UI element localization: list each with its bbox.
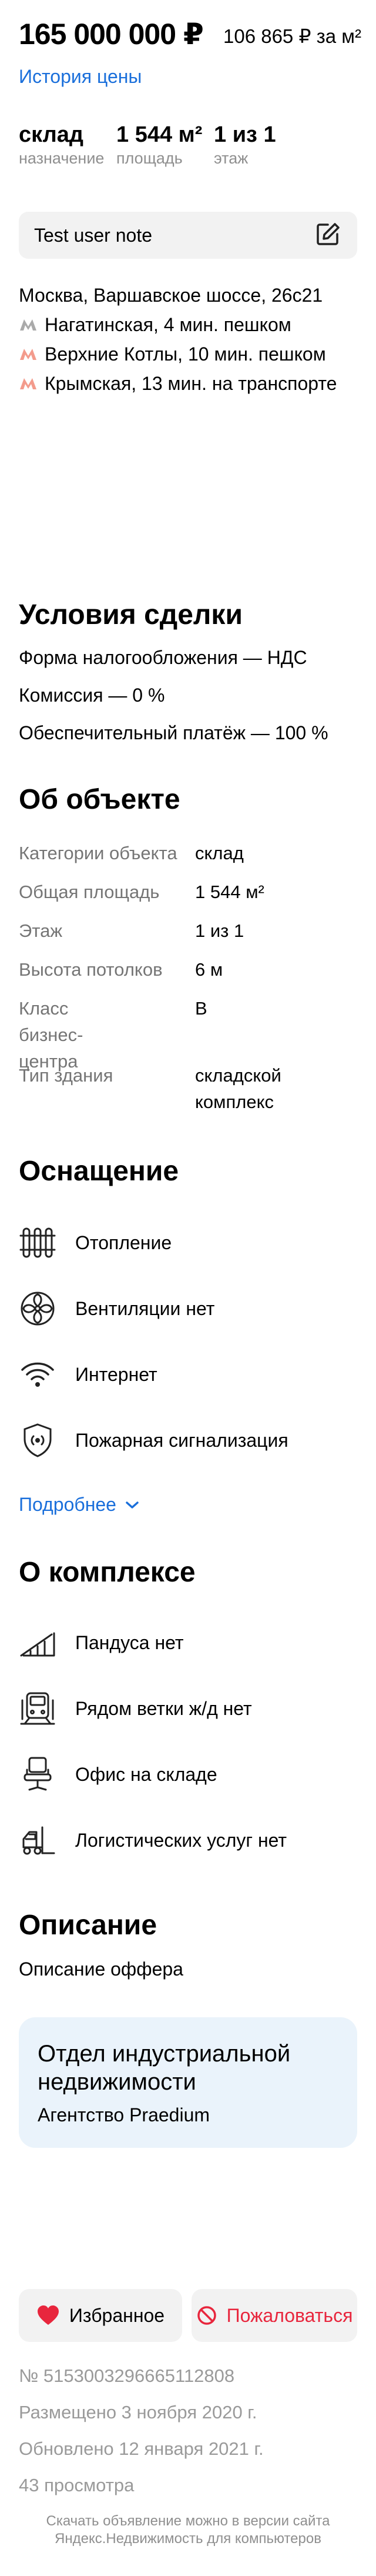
agent-title: Отдел индустриальной недвижимости bbox=[38, 2041, 291, 2095]
feature-item: Пожарная сигнализация bbox=[19, 1420, 288, 1461]
feature-item: Офис на складе bbox=[19, 1754, 217, 1795]
metro-icon bbox=[20, 349, 36, 360]
metro-station[interactable]: Верхние Котлы, 10 мин. пешком bbox=[19, 342, 326, 366]
wifi-icon bbox=[21, 1362, 54, 1387]
object-key: Общая площадь bbox=[19, 882, 160, 902]
price-per-m2: 106 865 ₽ за м² bbox=[223, 25, 361, 47]
offer-page: 165 000 000 ₽ 106 865 ₽ за м² История це… bbox=[0, 0, 376, 2576]
feature-item: Отопление bbox=[19, 1222, 172, 1263]
metro-station-name: Крымская, 13 мин. на транспорте bbox=[45, 373, 337, 394]
agent-agency: Агентство Praedium bbox=[38, 2104, 210, 2125]
stat-value: 1 544 м² bbox=[116, 122, 203, 147]
object-key: Этаж bbox=[19, 920, 63, 941]
user-note-text: Test user note bbox=[34, 225, 152, 246]
object-key: Тип здания bbox=[19, 1065, 113, 1086]
feature-label: Интернет bbox=[75, 1364, 157, 1385]
address[interactable]: Москва, Варшавское шоссе, 26с21 bbox=[19, 283, 323, 307]
forklift-icon bbox=[22, 1826, 55, 1855]
feature-label: Вентиляции нет bbox=[75, 1298, 215, 1319]
metro-station-name: Верхние Котлы, 10 мин. пешком bbox=[45, 343, 326, 365]
deal-line: Обеспечительный платёж — 100 % bbox=[19, 722, 328, 743]
stat-value: 1 из 1 bbox=[214, 122, 276, 147]
complain-button[interactable]: Пожаловаться bbox=[192, 2289, 357, 2342]
feature-label: Офис на складе bbox=[75, 1764, 217, 1785]
feature-item: Пандуса нет bbox=[19, 1622, 184, 1663]
heart-icon bbox=[37, 2305, 59, 2325]
office-chair-icon bbox=[24, 1757, 52, 1791]
price-total: 165 000 000 ₽ bbox=[19, 18, 204, 51]
feature-label: Пожарная сигнализация bbox=[75, 1430, 288, 1451]
favorite-label: Избранное bbox=[69, 2304, 165, 2326]
object-title: Об объекте bbox=[19, 784, 180, 815]
chevron-down-icon bbox=[126, 1501, 139, 1509]
object-value: 1 544 м² bbox=[195, 882, 264, 902]
stat-purpose: склад назначение bbox=[19, 121, 104, 168]
description-text: Описание оффера bbox=[19, 1958, 183, 1980]
object-key: Высота потолков bbox=[19, 959, 163, 980]
description-title: Описание bbox=[19, 1910, 157, 1941]
stat-label: назначение bbox=[19, 149, 105, 167]
feature-label: Рядом ветки ж/д нет bbox=[75, 1698, 252, 1719]
offer-number: № 5153003296665112808 bbox=[19, 2365, 235, 2386]
stat-label: этаж bbox=[214, 149, 249, 167]
feature-item: Интернет bbox=[19, 1354, 157, 1395]
stat-value: склад bbox=[19, 122, 84, 147]
radiator-icon bbox=[19, 1227, 56, 1258]
train-icon bbox=[20, 1692, 55, 1725]
more-link[interactable]: Подробнее bbox=[19, 1494, 141, 1516]
metro-station[interactable]: Нагатинская, 4 мин. пешком bbox=[19, 313, 291, 336]
object-value: склад bbox=[195, 843, 244, 863]
metro-icon bbox=[20, 319, 36, 331]
agent-card[interactable]: Отдел индустриальной недвижимости Агентс… bbox=[19, 2017, 357, 2148]
fire-alarm-icon bbox=[24, 1423, 52, 1457]
object-key: Категории объекта bbox=[19, 843, 177, 863]
object-value: B bbox=[195, 998, 207, 1019]
deal-line: Комиссия — 0 % bbox=[19, 685, 165, 706]
posted-date: Размещено 3 ноября 2020 г. bbox=[19, 2402, 257, 2422]
deal-title: Условия сделки bbox=[19, 599, 243, 630]
feature-item: Логистических услуг нет bbox=[19, 1820, 287, 1861]
views-count: 43 просмотра bbox=[19, 2475, 135, 2495]
edit-icon[interactable] bbox=[315, 221, 341, 247]
footer-download-line1[interactable]: Скачать объявление можно в версии сайта bbox=[0, 2512, 376, 2530]
metro-station-name: Нагатинская, 4 мин. пешком bbox=[45, 314, 291, 335]
footer-download-line2[interactable]: Яндекс.Недвижимость для компьютеров bbox=[0, 2530, 376, 2548]
ramp-icon bbox=[20, 1632, 55, 1657]
fan-icon bbox=[21, 1292, 55, 1326]
feature-item: Рядом ветки ж/д нет bbox=[19, 1688, 252, 1729]
price-history-link[interactable]: История цены bbox=[19, 65, 142, 88]
object-value: 6 м bbox=[195, 959, 223, 980]
feature-label: Пандуса нет bbox=[75, 1632, 184, 1653]
complain-label: Пожаловаться bbox=[226, 2304, 353, 2326]
object-value: складской комплекс bbox=[195, 1065, 281, 1112]
stat-area: 1 544 м² площадь bbox=[116, 121, 202, 168]
feature-label: Отопление bbox=[75, 1232, 172, 1253]
block-icon bbox=[197, 2306, 216, 2325]
feature-label: Логистических услуг нет bbox=[75, 1830, 287, 1851]
metro-icon bbox=[20, 378, 36, 389]
complex-title: О комплексе bbox=[19, 1557, 196, 1588]
deal-line: Форма налогообложения — НДС bbox=[19, 647, 307, 668]
more-link-label: Подробнее bbox=[19, 1494, 116, 1515]
metro-station[interactable]: Крымская, 13 мин. на транспорте bbox=[19, 372, 337, 395]
stat-label: площадь bbox=[116, 149, 183, 167]
object-value: 1 из 1 bbox=[195, 920, 244, 941]
updated-date: Обновлено 12 января 2021 г. bbox=[19, 2438, 264, 2459]
favorite-button[interactable]: Избранное bbox=[19, 2289, 182, 2342]
equipment-title: Оснащение bbox=[19, 1156, 179, 1187]
feature-item: Вентиляции нет bbox=[19, 1288, 214, 1329]
stat-floor: 1 из 1 этаж bbox=[214, 121, 276, 168]
user-note[interactable]: Test user note bbox=[19, 212, 357, 259]
